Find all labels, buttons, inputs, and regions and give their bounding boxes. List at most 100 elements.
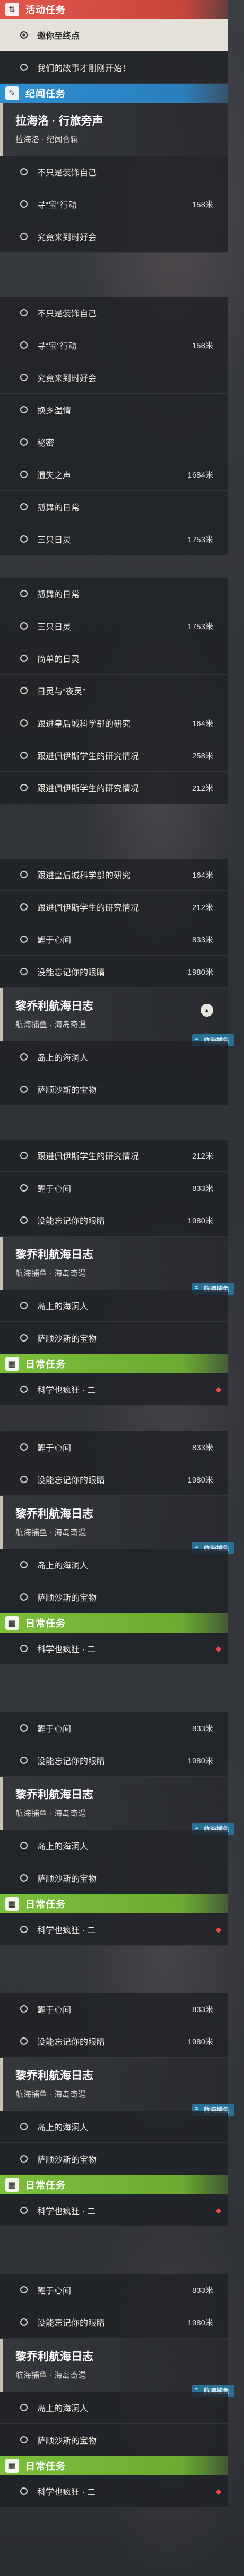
voyage-item[interactable]: 岛上的海洞人 (0, 1041, 228, 1073)
radio-icon (20, 2436, 28, 2443)
story-item[interactable]: 寻“宝”行动 158米 (0, 329, 228, 361)
quest-panel-8: 鲤于心间 833米 没能忘记你的眼睛 1980米 黎乔利航海日志 航海捕鱼 · 海岛… (0, 1993, 234, 2227)
radio-icon (20, 1561, 28, 1568)
story-item[interactable]: 秘密 (0, 426, 228, 458)
story-item[interactable]: 三只日灵 1753米 (0, 610, 228, 642)
story-item[interactable]: 鲤于心间 833米 (0, 923, 228, 956)
story-item[interactable]: 日灵与“夜灵” (0, 675, 228, 707)
story-item[interactable]: 遗失之声 1684米 (0, 458, 228, 491)
quest-label: 究竟来到时好会 (37, 374, 97, 383)
story-item[interactable]: 不只是装饰自己 (0, 297, 228, 329)
quest-label: 没能忘记你的眼睛 (37, 2038, 106, 2047)
event-quest-item[interactable]: 邀你至终点 (0, 19, 228, 51)
voyage-item[interactable]: 岛上的海洞人 (0, 2111, 228, 2143)
story-item[interactable]: 鲤于心间 833米 (0, 2274, 228, 2306)
voyage-quest-card[interactable]: 黎乔利航海日志 航海捕鱼 · 海岛奇遇 ≈ 航海捕鱼 (0, 1237, 234, 1295)
story-item[interactable]: 鲤于心间 833米 (0, 1993, 228, 2025)
radio-icon (20, 1593, 28, 1601)
story-item[interactable]: 跟进佩伊斯学生的研究情况 212米 (0, 772, 228, 804)
daily-category-header[interactable]: ▦ 日常任务 (0, 1894, 228, 1913)
quest-label: 科学也疯狂 · 二 (37, 1645, 96, 1654)
quest-distance: 158米 (191, 200, 213, 209)
story-item[interactable]: 跟进皇后城科学部的研究 164米 (0, 859, 228, 891)
daily-category-header[interactable]: ▦ 日常任务 (0, 1613, 228, 1633)
voyage-quest-card[interactable]: 黎乔利航海日志 航海捕鱼 · 海岛奇遇 ≈ 航海捕鱼 (0, 2058, 234, 2116)
story-item[interactable]: 没能忘记你的眼睛 1980米 (0, 2025, 228, 2058)
quest-distance: 833米 (191, 2286, 213, 2295)
story-quest-card[interactable]: 拉海洛 · 行旅旁声 拉海洛 · 纪闻合辑 (0, 103, 228, 156)
daily-item[interactable]: 科学也疯狂 · 二 ◆ (0, 1633, 228, 1665)
event-category-header[interactable]: ⇅ 活动任务 (0, 0, 228, 19)
voyage-item[interactable]: 萨顺沙斯的宝物 (0, 1862, 228, 1894)
voyage-item[interactable]: 萨顺沙斯的宝物 (0, 1073, 228, 1106)
voyage-item[interactable]: 萨顺沙斯的宝物 (0, 2143, 228, 2175)
story-category-header[interactable]: ✎ 纪闻任务 (0, 84, 228, 103)
radio-icon (20, 1302, 28, 1309)
story-item[interactable]: 寻“宝”行动 158米 (0, 188, 228, 220)
quest-panel-6: 鲤于心间 833米 没能忘记你的眼睛 1980米 黎乔利航海日志 航海捕鱼 · 海岛… (0, 1431, 234, 1665)
radio-icon (20, 936, 28, 943)
voyage-item[interactable]: 萨顺沙斯的宝物 (0, 2424, 228, 2456)
story-item[interactable]: 没能忘记你的眼睛 1980米 (0, 1204, 228, 1237)
story-item[interactable]: 没能忘记你的眼睛 1980米 (0, 2306, 228, 2339)
voyage-quest-card[interactable]: 黎乔利航海日志 航海捕鱼 · 海岛奇遇 ≈ 航海捕鱼 (0, 1496, 234, 1554)
voyage-item[interactable]: 岛上的海洞人 (0, 1290, 228, 1322)
event-quest-item[interactable]: 我们的故事才刚刚开始！ (0, 51, 228, 84)
voyage-item[interactable]: 萨顺沙斯的宝物 (0, 1581, 228, 1613)
voyage-quest-card[interactable]: 黎乔利航海日志 航海捕鱼 · 海岛奇遇 ≈ 航海捕鱼 (0, 2339, 234, 2397)
voyage-item[interactable]: 萨顺沙斯的宝物 (0, 1322, 228, 1354)
quest-title: 拉海洛 · 行旅旁声 (15, 115, 103, 127)
daily-category-header[interactable]: ▦ 日常任务 (0, 1354, 228, 1373)
voyage-item[interactable]: 岛上的海洞人 (0, 1549, 228, 1581)
story-item[interactable]: 跟进皇后城科学部的研究 164米 (0, 707, 228, 739)
daily-item[interactable]: 科学也疯狂 · 二 ◆ (0, 1913, 228, 1946)
quest-label: 我们的故事才刚刚开始！ (37, 64, 131, 73)
calendar-icon: ▦ (5, 1616, 19, 1630)
radio-icon (20, 2037, 28, 2045)
quest-label: 没能忘记你的眼睛 (37, 1217, 106, 1226)
calendar-icon: ▦ (5, 2459, 19, 2473)
radio-icon (20, 1334, 28, 1342)
daily-item[interactable]: 科学也疯狂 · 二 ◆ (0, 1373, 228, 1406)
voyage-quest-card[interactable]: 黎乔利航海日志 航海捕鱼 · 海岛奇遇 ≈ 航海捕鱼 (0, 1777, 234, 1835)
voyage-item[interactable]: 岛上的海洞人 (0, 1830, 228, 1862)
story-item[interactable]: 鲤于心间 833米 (0, 1712, 228, 1744)
voyage-quest-card[interactable]: 黎乔利航海日志 航海捕鱼 · 海岛奇遇 ▲ ≈ 航海捕鱼 (0, 988, 234, 1046)
quest-label: 岛上的海洞人 (37, 1054, 89, 1063)
radio-icon (20, 1184, 28, 1192)
story-item[interactable]: 三只日灵 1753米 (0, 523, 228, 555)
quest-label: 没能忘记你的眼睛 (37, 1757, 106, 1766)
daily-item[interactable]: 科学也疯狂 · 二 ◆ (0, 2194, 228, 2227)
quest-label: 换乡温情 (37, 407, 72, 416)
story-item[interactable]: 没能忘记你的眼睛 1980米 (0, 1744, 228, 1777)
daily-item[interactable]: 科学也疯狂 · 二 ◆ (0, 2475, 228, 2508)
radio-icon (20, 438, 28, 446)
story-item[interactable]: 孤舞的日常 (0, 491, 228, 523)
story-item[interactable]: 跟进佩伊斯学生的研究情况 212米 (0, 1140, 228, 1172)
story-item[interactable]: 换乡温情 (0, 394, 228, 426)
story-item[interactable]: 没能忘记你的眼睛 1980米 (0, 956, 228, 988)
quest-label: 岛上的海洞人 (37, 1302, 89, 1311)
category-label: 日常任务 (25, 1899, 66, 1910)
daily-category-header[interactable]: ▦ 日常任务 (0, 2175, 228, 2194)
voyage-item[interactable]: 岛上的海洞人 (0, 2392, 228, 2424)
story-item[interactable]: 究竟来到时好会 (0, 361, 228, 394)
marker-icon: ◆ (215, 2206, 222, 2215)
story-item[interactable]: 没能忘记你的眼睛 1980米 (0, 1463, 228, 1496)
category-label: 日常任务 (25, 1359, 66, 1370)
quest-title: 黎乔利航海日志 (15, 1508, 93, 1520)
story-item[interactable]: 不只是装饰自己 (0, 156, 228, 188)
story-item[interactable]: 鲤于心间 833米 (0, 1431, 228, 1463)
quest-distance: 1980米 (187, 1756, 213, 1766)
quest-distance: 158米 (191, 341, 213, 350)
quest-label: 跟进佩伊斯学生的研究情况 (37, 904, 140, 913)
story-item[interactable]: 简单的日灵 (0, 642, 228, 675)
story-item[interactable]: 跟进佩伊斯学生的研究情况 212米 (0, 891, 228, 923)
book-icon: ✎ (5, 86, 19, 100)
story-item[interactable]: 跟进佩伊斯学生的研究情况 258米 (0, 739, 228, 772)
story-item[interactable]: 鲤于心间 833米 (0, 1172, 228, 1204)
story-item[interactable]: 孤舞的日常 (0, 578, 228, 610)
story-item[interactable]: 究竟来到时好会 (0, 220, 228, 253)
daily-category-header[interactable]: ▦ 日常任务 (0, 2456, 228, 2475)
chevron-up-icon[interactable]: ▲ (201, 1004, 213, 1017)
